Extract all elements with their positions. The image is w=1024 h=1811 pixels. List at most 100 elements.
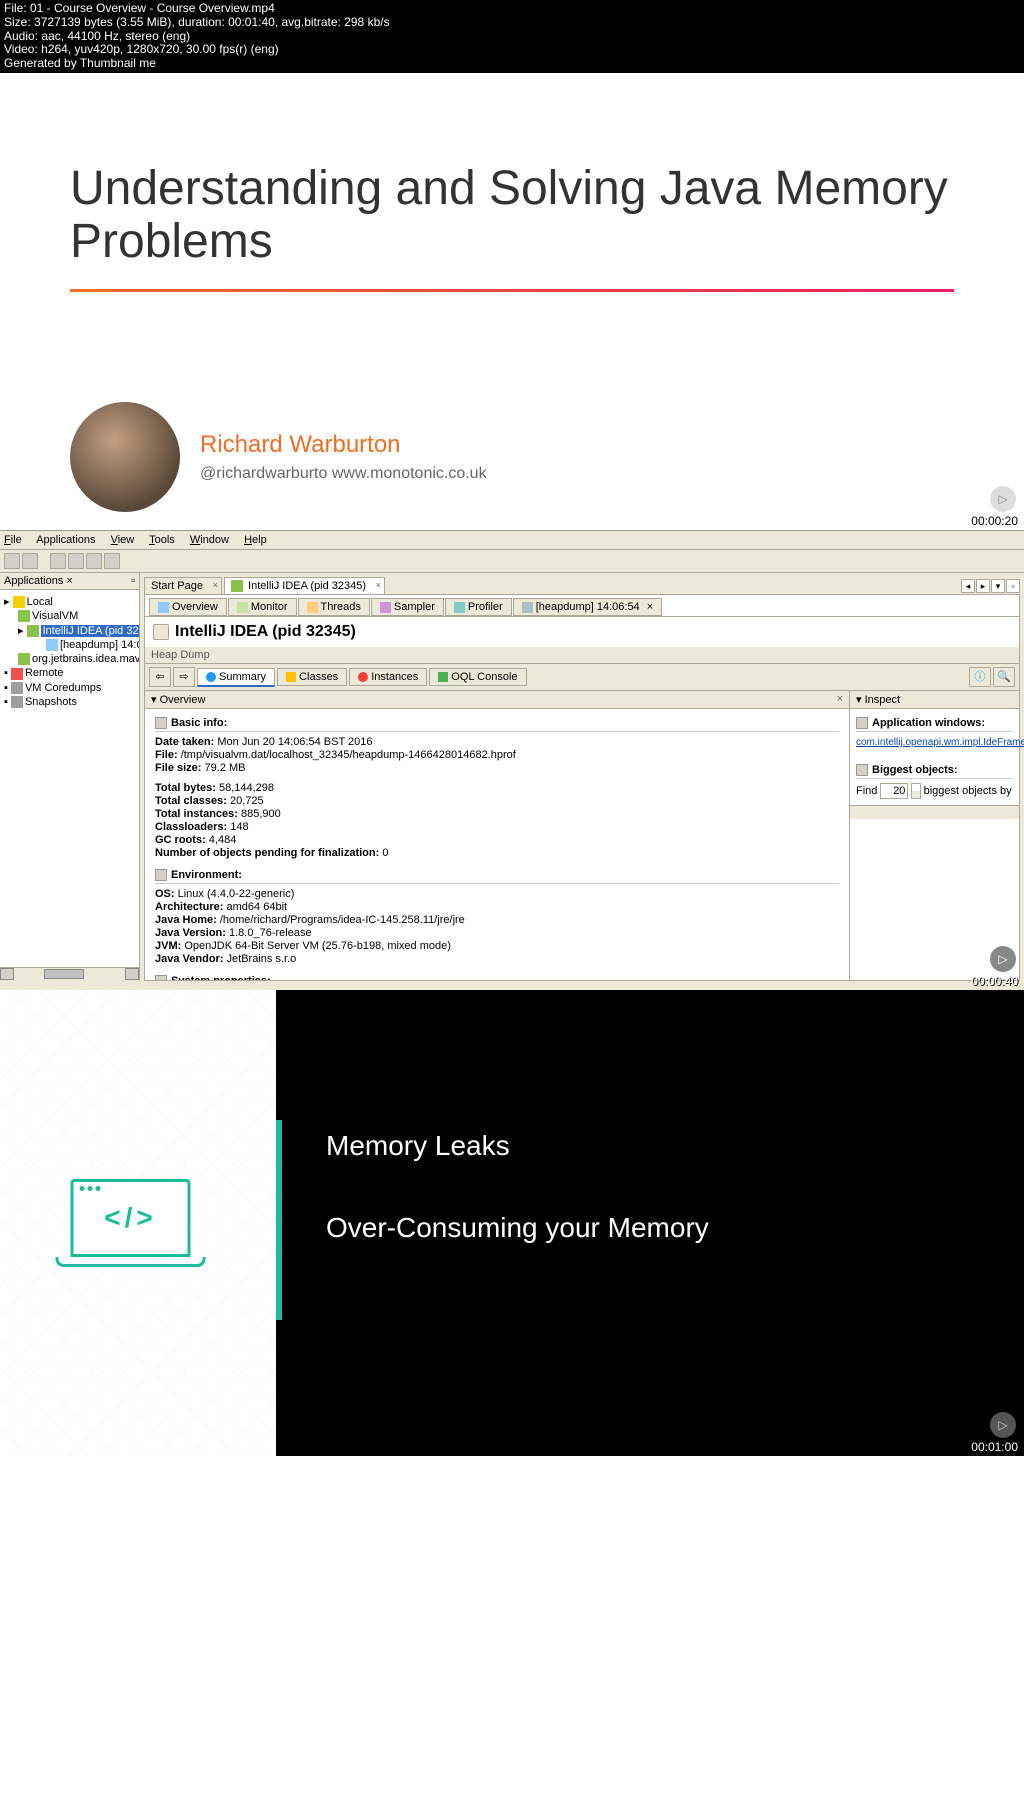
meta-video: Video: h264, yuv420p, 1280x720, 30.00 fp… (4, 43, 1020, 57)
menu-applications[interactable]: Applications (36, 534, 95, 546)
tree-hscroll[interactable] (0, 967, 139, 981)
tree-maven[interactable]: org.jetbrains.idea.maven.s (32, 653, 139, 665)
tab-intellij[interactable]: IntelliJ IDEA (pid 32345)× (224, 577, 385, 594)
section-icon (155, 869, 167, 881)
tree-intellij[interactable]: IntelliJ IDEA (pid 32345) (41, 625, 139, 637)
tab-max-icon[interactable]: ▫ (1006, 579, 1020, 593)
tab-start-page[interactable]: Start Page× (144, 577, 222, 594)
tree-local[interactable]: Local (27, 596, 53, 608)
toolbar-icon[interactable] (50, 553, 66, 569)
threads-icon (307, 602, 318, 613)
remote-icon (11, 668, 23, 680)
back-button[interactable]: ⇦ (149, 667, 171, 687)
find-label: Find (856, 785, 877, 797)
subtab-sampler[interactable]: Sampler (371, 598, 444, 616)
oql-icon (438, 672, 448, 682)
subtab-overview[interactable]: Overview (149, 598, 227, 616)
tree-heapdump[interactable]: [heapdump] 14:06:54 (60, 639, 139, 651)
close-icon[interactable]: × (376, 580, 381, 590)
spinner[interactable] (911, 783, 920, 799)
seg-classes[interactable]: Classes (277, 668, 347, 686)
menu-tools[interactable]: Tools (149, 534, 175, 546)
app-window-link[interactable]: com.intellij.openapi.wm.impl.IdeFrameIm (856, 737, 1024, 748)
applications-tree[interactable]: ▸ Local VisualVM ▸ IntelliJ IDEA (pid 32… (0, 590, 139, 967)
toolbar-icon[interactable] (86, 553, 102, 569)
sampler-icon (380, 602, 391, 613)
tree-snapshots[interactable]: Snapshots (25, 696, 77, 708)
tab-prev-icon[interactable]: ◂ (961, 579, 975, 593)
toolbar-icon[interactable] (4, 553, 20, 569)
java-vendor: JetBrains s.r.o (227, 953, 297, 965)
author-handle: @richardwarburto www.monotonic.co.uk (200, 465, 487, 483)
section-icon (856, 717, 868, 729)
subtab-profiler[interactable]: Profiler (445, 598, 512, 616)
app-icon (231, 580, 243, 592)
subtab-monitor[interactable]: Monitor (228, 598, 297, 616)
seg-oql[interactable]: OQL Console (429, 668, 526, 686)
tab-nav: ◂ ▸ ▾ ▫ (961, 579, 1020, 593)
info-button[interactable]: ⓘ (969, 667, 991, 687)
metadata-header: File: 01 - Course Overview - Course Over… (0, 0, 1024, 73)
classloaders: 148 (230, 821, 248, 833)
author-name: Richard Warburton (200, 431, 487, 459)
menu-help[interactable]: Help (244, 534, 267, 546)
menu-window[interactable]: Window (190, 534, 229, 546)
timestamp-3: 00:01:00 (971, 1440, 1018, 1454)
title-slide: Understanding and Solving Java Memory Pr… (0, 73, 1024, 530)
avatar (70, 402, 180, 512)
sys-props-title: System properties: (171, 975, 271, 980)
toolbar-icon[interactable] (22, 553, 38, 569)
file-size: 79.2 MB (205, 762, 246, 774)
inspect-hscroll[interactable] (850, 805, 1019, 819)
close-icon[interactable]: × (837, 693, 843, 706)
heap-title: IntelliJ IDEA (pid 32345) (175, 623, 356, 641)
java-home: /home/richard/Programs/idea-IC-145.258.1… (220, 914, 465, 926)
view-subtabs: Overview Monitor Threads Sampler Profile… (144, 594, 1020, 617)
menu-file[interactable]: File (4, 534, 22, 546)
search-button[interactable]: 🔍 (993, 667, 1015, 687)
slide-left-pattern: </> (0, 990, 276, 1456)
overview-icon (158, 602, 169, 613)
applications-panel-title: Applications × (4, 575, 73, 587)
reload-icon[interactable] (153, 624, 169, 640)
play-icon: ▷ (990, 946, 1016, 972)
course-title: Understanding and Solving Java Memory Pr… (70, 163, 954, 269)
tab-list-icon[interactable]: ▾ (991, 579, 1005, 593)
menu-view[interactable]: View (111, 534, 135, 546)
play-icon: ▷ (990, 1412, 1016, 1438)
biggest-objects-title: Biggest objects: (872, 764, 958, 776)
find-rest: biggest objects by retaine (924, 785, 1013, 797)
environment-title: Environment: (171, 869, 242, 881)
topics-slide: </> Memory Leaks Over-Consuming your Mem… (0, 990, 1024, 1456)
meta-file: File: 01 - Course Overview - Course Over… (4, 2, 1020, 16)
menubar: File Applications View Tools Window Help (0, 531, 1024, 550)
overview-panel: ▾ Overview× Basic info: Date taken: Mon … (145, 691, 849, 980)
slide-right: Memory Leaks Over-Consuming your Memory … (276, 990, 1024, 1456)
seg-instances[interactable]: Instances (349, 668, 427, 686)
basic-info-title: Basic info: (171, 717, 227, 729)
editor-tabs: Start Page× IntelliJ IDEA (pid 32345)× ◂… (140, 573, 1024, 594)
total-instances: 885,900 (241, 808, 281, 820)
tab-next-icon[interactable]: ▸ (976, 579, 990, 593)
forward-button[interactable]: ⇨ (173, 667, 195, 687)
timestamp-2: 00:00:40 (971, 974, 1018, 988)
tree-coredumps[interactable]: VM Coredumps (25, 682, 101, 694)
close-icon[interactable]: × (647, 601, 653, 613)
subtab-threads[interactable]: Threads (298, 598, 370, 616)
heapdump-icon (46, 639, 58, 651)
classes-icon (286, 672, 296, 682)
panel-title: ▾ Overview (151, 693, 205, 706)
find-count-input[interactable] (880, 783, 908, 799)
seg-summary[interactable]: Summary (197, 668, 275, 687)
toolbar-icon[interactable] (68, 553, 84, 569)
heap-toolbar: ⇦ ⇨ Summary Classes Instances OQL Consol… (144, 664, 1020, 691)
meta-gen: Generated by Thumbnail me (4, 57, 1020, 71)
panel-minimize-icon[interactable]: ▫ (131, 575, 135, 587)
java-version: 1.8.0_76-release (229, 927, 312, 939)
toolbar-icon[interactable] (104, 553, 120, 569)
tree-visualvm[interactable]: VisualVM (32, 610, 78, 622)
subtab-heapdump[interactable]: [heapdump] 14:06:54× (513, 598, 662, 616)
close-icon[interactable]: × (213, 580, 218, 590)
heap-subtitle: Heap Dump (144, 647, 1020, 664)
tree-remote[interactable]: Remote (25, 667, 64, 679)
